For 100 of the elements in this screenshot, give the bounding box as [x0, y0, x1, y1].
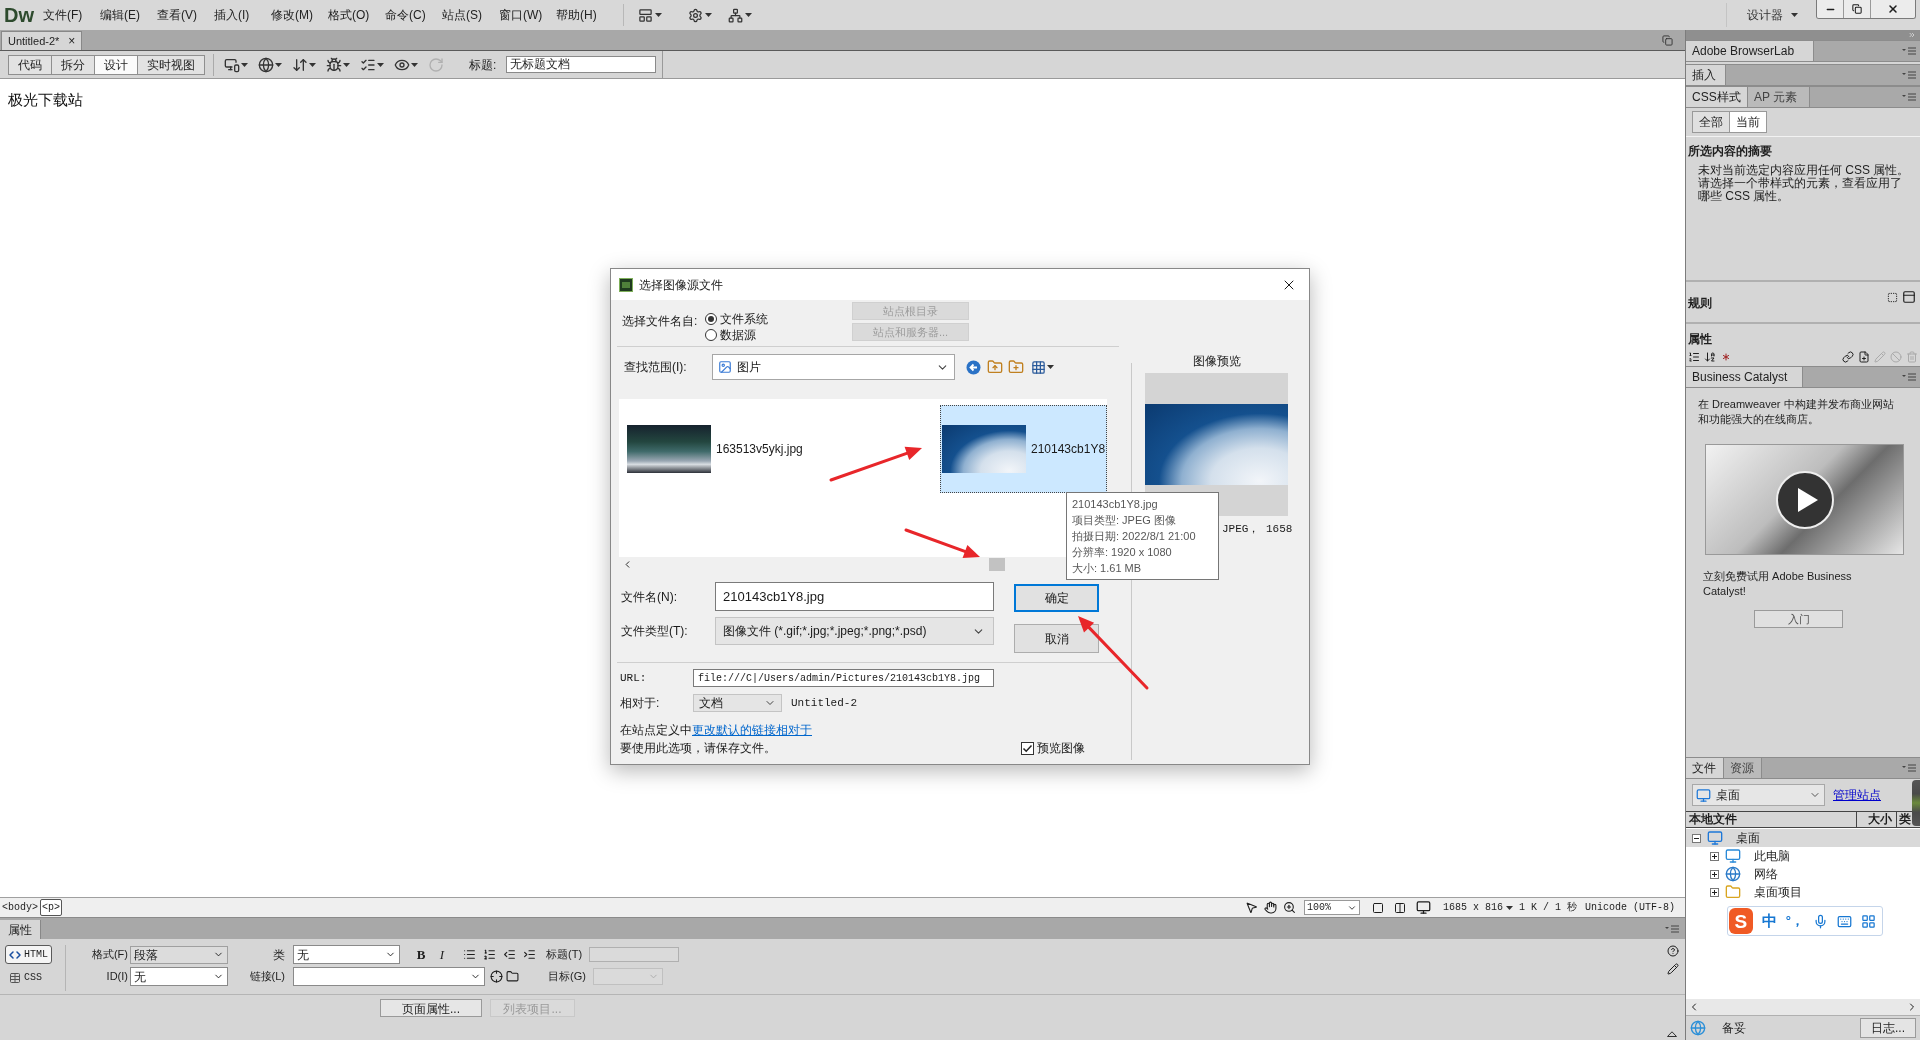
mode-tab[interactable]: 全部 [1692, 111, 1730, 133]
expand-panel-icon[interactable] [1667, 1031, 1677, 1037]
view-tab[interactable]: 拆分 [51, 54, 95, 75]
panel-tab[interactable]: 插入 [1686, 65, 1726, 85]
cancel-button[interactable]: 取消 [1014, 624, 1099, 653]
microphone-icon[interactable] [1813, 913, 1828, 929]
radio-button[interactable] [705, 313, 717, 325]
format-select[interactable]: 段落 [130, 945, 228, 964]
file-item[interactable]: 163513v5ykj.jpg [625, 405, 940, 493]
side-tab-handle[interactable] [1912, 780, 1920, 826]
edit-icon[interactable] [1667, 963, 1679, 975]
view-tab[interactable]: 设计 [94, 54, 138, 75]
panel-tab[interactable]: AP 元素 [1748, 87, 1810, 107]
category-view-icon[interactable] [1688, 351, 1700, 363]
new-folder-icon[interactable] [1008, 359, 1024, 375]
url-field[interactable]: file:///C|/Users/admin/Pictures/210143cb1Y8.jpg [693, 669, 994, 687]
compact-view-icon[interactable] [1887, 291, 1898, 303]
menu-item[interactable]: 插入(I) [214, 4, 271, 26]
italic-button[interactable]: I [437, 944, 447, 965]
get-started-button[interactable]: 入门 [1754, 610, 1843, 628]
new-file-icon[interactable] [1858, 351, 1870, 363]
restore-panel-icon[interactable] [1662, 34, 1673, 46]
menu-item[interactable]: 文件(F) [43, 4, 100, 26]
grid-icon[interactable] [1861, 913, 1876, 929]
menu-item[interactable]: 修改(M) [271, 4, 328, 26]
scrollbar-thumb[interactable] [989, 558, 1005, 571]
checkbox[interactable] [1021, 741, 1034, 755]
expand-icon[interactable] [1710, 887, 1719, 897]
site-select[interactable]: 桌面 [1692, 784, 1825, 806]
menu-item[interactable]: 帮助(H) [556, 4, 613, 26]
view-tab[interactable]: 实时视图 [137, 54, 205, 75]
globe-icon[interactable] [258, 56, 274, 73]
menu-item[interactable]: 编辑(E) [100, 4, 157, 26]
link-field[interactable] [293, 967, 485, 986]
file-type-select[interactable]: 图像文件 (*.gif;*.jpg;*.jpeg;*.png;*.psd) [715, 617, 994, 645]
radio-option[interactable]: 数据源 [705, 327, 756, 343]
relative-select[interactable]: 文档 [693, 694, 782, 712]
keyboard-icon[interactable] [1837, 913, 1852, 929]
bulleted-list-icon[interactable] [463, 948, 476, 961]
menu-item[interactable]: 查看(V) [157, 4, 214, 26]
help-icon[interactable] [1667, 945, 1679, 957]
multiscreen-icon[interactable] [224, 56, 240, 73]
hand-icon[interactable] [1263, 901, 1277, 914]
panel-tab[interactable]: 文件 [1686, 758, 1724, 778]
look-in-select[interactable]: 图片 [712, 354, 955, 380]
back-icon[interactable] [966, 359, 981, 375]
indent-icon[interactable] [523, 948, 536, 961]
bold-button[interactable]: B [415, 944, 427, 965]
folder-icon[interactable] [506, 970, 519, 983]
numbered-list-icon[interactable] [483, 948, 496, 961]
column-header[interactable]: 本地文件 [1686, 812, 1856, 827]
tree-item[interactable]: 桌面 [1686, 829, 1920, 847]
split-page-icon[interactable] [1393, 901, 1406, 914]
file-item[interactable]: 210143cb1Y8 [940, 405, 1107, 493]
ok-button[interactable]: 确定 [1014, 584, 1099, 612]
link-icon[interactable] [1842, 351, 1854, 363]
radio-option[interactable]: 文件系统 [705, 311, 768, 327]
close-tab-button[interactable]: × [68, 35, 76, 47]
class-select[interactable]: 无 [293, 945, 400, 964]
menu-item[interactable]: 站点(S) [442, 4, 499, 26]
pointer-icon[interactable] [1244, 901, 1258, 914]
preview-checkbox[interactable]: 预览图像 [1021, 739, 1085, 757]
id-select[interactable]: 无 [130, 967, 228, 986]
mode-button[interactable]: CSS [5, 968, 46, 987]
collapse-icon[interactable] [1692, 833, 1701, 843]
sort-az-icon[interactable] [1704, 351, 1716, 363]
expanded-view-icon[interactable] [1902, 290, 1916, 304]
transfer-arrows-icon[interactable] [292, 56, 308, 73]
panel-tab[interactable]: Adobe BrowserLab [1686, 41, 1814, 61]
outdent-icon[interactable] [503, 948, 516, 961]
tag-selector[interactable]: <p> [40, 899, 63, 916]
workspace-switcher[interactable]: 设计器 [1747, 6, 1798, 24]
log-button[interactable]: 日志... [1860, 1018, 1916, 1038]
asterisk-icon[interactable] [1720, 351, 1732, 363]
folder-up-icon[interactable] [987, 359, 1003, 375]
title-field[interactable] [589, 947, 680, 962]
document-tab[interactable]: Untitled-2* × [1, 31, 83, 50]
zoom-icon[interactable] [1282, 901, 1296, 914]
file-name-field[interactable]: 210143cb1Y8.jpg [715, 582, 994, 611]
change-default-link[interactable]: 更改默认的链接相对于 [692, 723, 812, 737]
panel-button[interactable]: 页面属性... [380, 999, 482, 1017]
view-grid-icon[interactable] [1031, 359, 1046, 375]
menu-item[interactable]: 格式(O) [328, 4, 385, 26]
monitor-icon[interactable] [1415, 900, 1431, 915]
column-header[interactable]: 大小 [1856, 812, 1896, 827]
ime-punctuation[interactable]: °， [1785, 911, 1804, 931]
panel-tab[interactable]: 属性 [0, 920, 41, 939]
mode-button[interactable]: HTML [5, 945, 52, 964]
panel-tab[interactable]: Business Catalyst [1686, 367, 1803, 387]
radio-button[interactable] [705, 329, 717, 341]
sitemap-icon[interactable] [728, 7, 743, 23]
menu-item[interactable]: 窗口(W) [499, 4, 556, 26]
settings-icon[interactable] [688, 7, 703, 23]
manage-sites-link[interactable]: 管理站点 [1833, 786, 1881, 804]
menu-item[interactable]: 命令(C) [385, 4, 442, 26]
panel-tab[interactable]: 资源 [1724, 758, 1762, 778]
expand-icon[interactable] [1710, 851, 1719, 861]
restore-button[interactable] [1844, 0, 1871, 18]
tag-selector[interactable]: <body> [0, 899, 40, 916]
expand-icon[interactable] [1710, 869, 1719, 879]
